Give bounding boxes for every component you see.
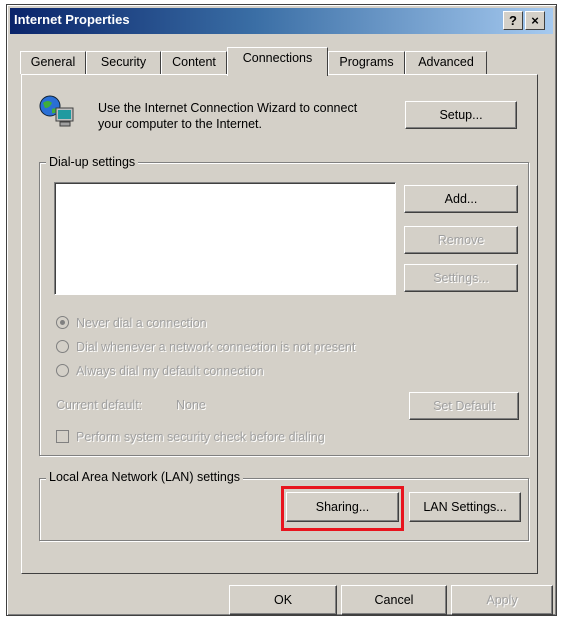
tab-general[interactable]: General [20,51,86,74]
sharing-button[interactable]: Sharing... [286,492,399,522]
tab-security[interactable]: Security [86,51,161,74]
radio-never-dial-label: Never dial a connection [76,316,207,330]
cancel-button[interactable]: Cancel [341,585,447,615]
radio-dial-whenever[interactable]: Dial whenever a network connection is no… [56,340,355,354]
radio-always-dial[interactable]: Always dial my default connection [56,364,264,378]
remove-button[interactable]: Remove [404,226,518,254]
current-default-label: Current default: [56,398,143,412]
radio-button-selected[interactable] [56,316,69,329]
add-button[interactable]: Add... [404,185,518,213]
lan-settings-button[interactable]: LAN Settings... [409,492,521,522]
radio-dial-whenever-label: Dial whenever a network connection is no… [76,340,356,354]
security-check-option[interactable]: Perform system security check before dia… [56,430,325,444]
apply-button[interactable]: Apply [451,585,553,615]
radio-button[interactable] [56,340,69,353]
radio-never-dial[interactable]: Never dial a connection [56,316,207,330]
help-button[interactable]: ? [503,11,523,30]
computer-globe-icon [38,94,78,130]
radio-button[interactable] [56,364,69,377]
title-bar[interactable]: Internet Properties ? × [10,8,553,34]
dialup-settings-legend: Dial-up settings [46,155,139,169]
tab-programs[interactable]: Programs [328,51,405,74]
close-button[interactable]: × [525,11,545,30]
setup-button[interactable]: Setup... [405,101,517,129]
wizard-description: Use the Internet Connection Wizard to co… [98,101,358,131]
tab-advanced[interactable]: Advanced [405,51,487,74]
security-check-label: Perform system security check before dia… [76,430,325,444]
security-check-checkbox[interactable] [56,430,69,443]
tab-connections[interactable]: Connections [227,47,328,76]
set-default-button[interactable]: Set Default [409,392,519,420]
tab-content[interactable]: Content [161,51,227,74]
ok-button[interactable]: OK [229,585,337,615]
lan-settings-legend: Local Area Network (LAN) settings [46,470,244,484]
settings-button[interactable]: Settings... [404,264,518,292]
current-default-value: None [176,398,206,412]
radio-always-dial-label: Always dial my default connection [76,364,264,378]
window-title: Internet Properties [14,12,130,27]
dialup-connections-list[interactable] [54,182,396,295]
